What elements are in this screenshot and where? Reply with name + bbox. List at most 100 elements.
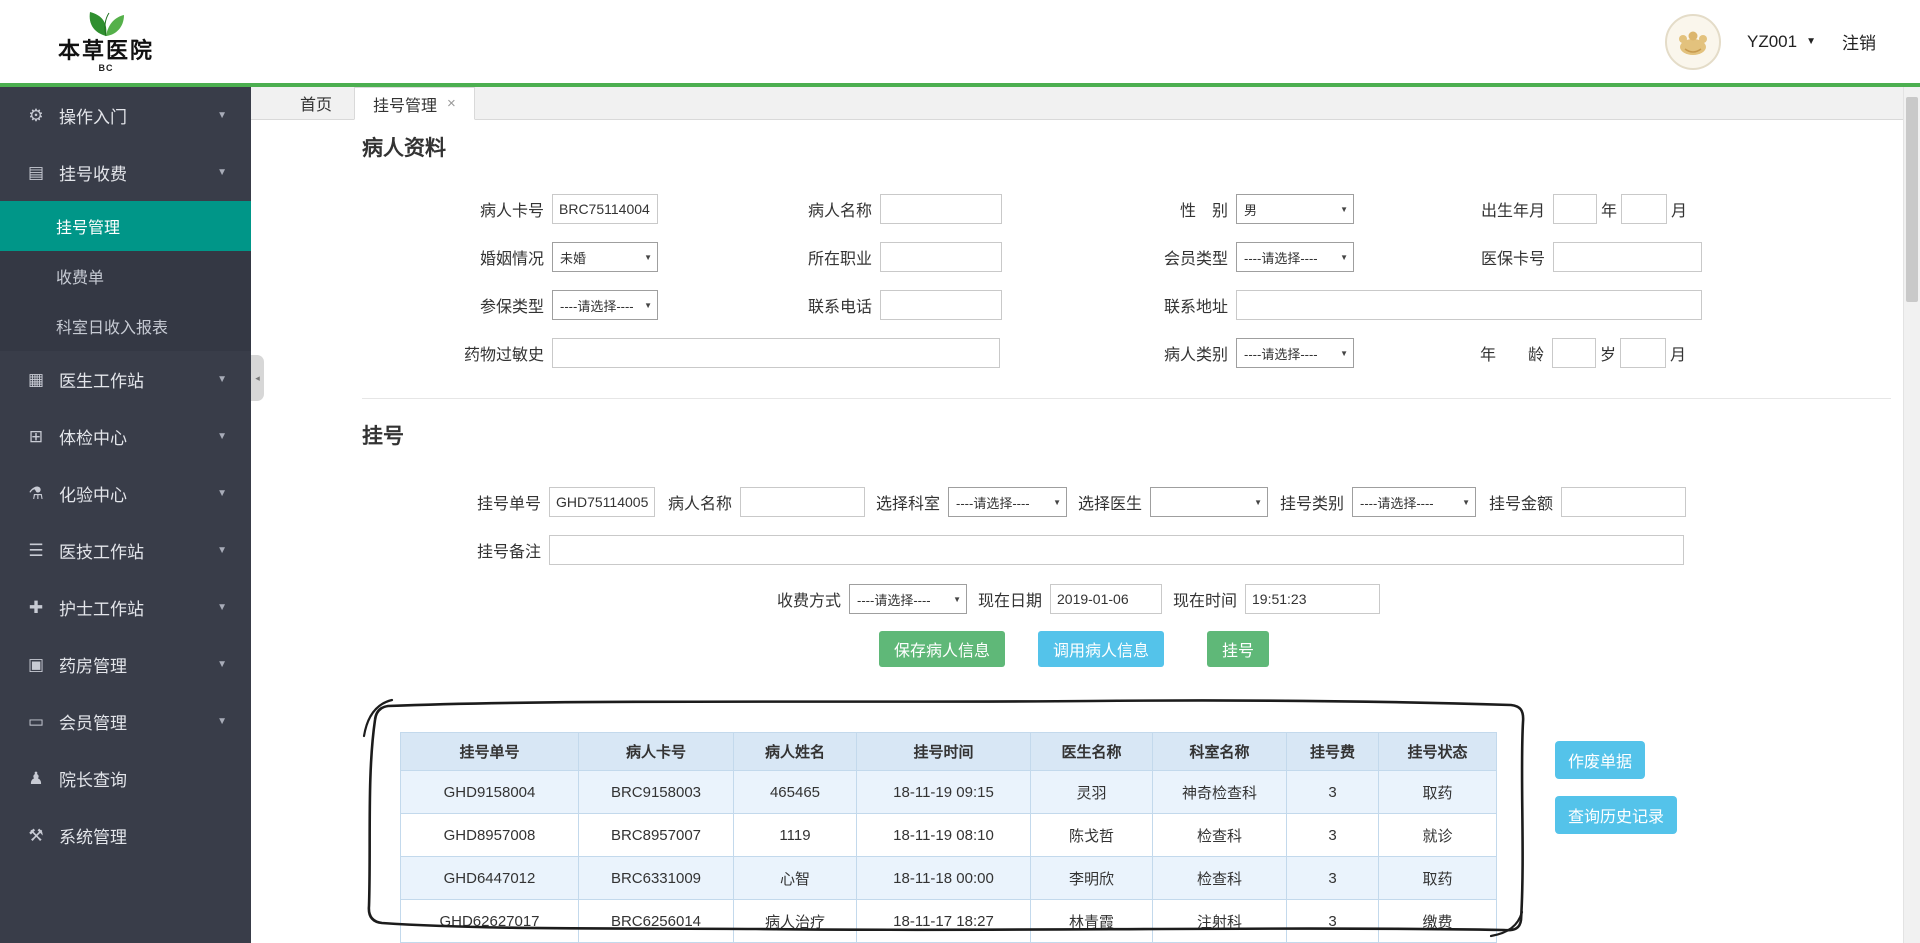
chevron-down-icon: ▼ xyxy=(217,545,227,556)
table-row[interactable]: GHD8957008 BRC8957007 1119 18-11-19 08:1… xyxy=(400,813,1497,857)
registration-form-row-2: 挂号备注 xyxy=(251,526,1903,574)
chevron-down-icon: ▼ xyxy=(217,602,227,613)
sidebar-item-registration-management[interactable]: 挂号管理 xyxy=(0,201,251,251)
doctor-label: 选择医生 xyxy=(1077,496,1142,513)
address-input[interactable] xyxy=(1236,290,1702,320)
fee-input[interactable] xyxy=(1561,487,1686,517)
sidebar-item-registration-fee[interactable]: ▤ 挂号收费 ▼ xyxy=(0,144,251,201)
tab-bar: 首页 挂号管理 × xyxy=(251,87,1903,120)
chevron-down-icon: ▼ xyxy=(644,300,652,310)
member-type-label: 会员类型 xyxy=(1163,251,1228,268)
reg-patient-name-input[interactable] xyxy=(740,487,865,517)
list-icon: ☰ xyxy=(28,540,44,560)
load-patient-button[interactable]: 调用病人信息 xyxy=(1038,631,1165,667)
patient-name-label: 病人名称 xyxy=(807,203,872,220)
chevron-down-icon: ▼ xyxy=(1340,252,1348,262)
tab-close-icon[interactable]: × xyxy=(447,95,456,112)
save-patient-button[interactable]: 保存病人信息 xyxy=(879,631,1006,667)
age-label: 年 龄 xyxy=(1479,347,1544,364)
vertical-scrollbar[interactable] xyxy=(1903,87,1920,943)
insurance-type-select[interactable]: ----请选择---- ▼ xyxy=(552,290,658,320)
avatar-image xyxy=(1679,31,1707,55)
void-receipt-button[interactable]: 作废单据 xyxy=(1555,741,1646,779)
gear-icon: ⚙ xyxy=(28,105,44,125)
reg-type-select[interactable]: ----请选择---- ▼ xyxy=(1352,487,1476,517)
sidebar-item-medtech-workstation[interactable]: ☰ 医技工作站 ▼ xyxy=(0,522,251,579)
age-month-suffix: 月 xyxy=(1670,347,1687,364)
tab-registration-management[interactable]: 挂号管理 × xyxy=(354,87,475,120)
pay-method-select[interactable]: ----请选择---- ▼ xyxy=(849,584,967,614)
sidebar-collapse-handle[interactable]: ◂ xyxy=(251,355,264,401)
current-date-input[interactable] xyxy=(1050,584,1162,614)
marital-select[interactable]: 未婚 ▼ xyxy=(552,242,658,272)
allergy-label: 药物过敏史 xyxy=(463,347,544,364)
section-divider xyxy=(362,398,1891,399)
birth-month-input[interactable] xyxy=(1621,194,1668,224)
insurance-card-label: 医保卡号 xyxy=(1480,251,1545,268)
birth-year-input[interactable] xyxy=(1553,194,1597,224)
scrollbar-thumb[interactable] xyxy=(1906,97,1918,302)
sidebar-item-nurse-workstation[interactable]: ✚ 护士工作站 ▼ xyxy=(0,579,251,636)
chevron-down-icon: ▼ xyxy=(1254,497,1262,507)
patient-category-label: 病人类别 xyxy=(1163,347,1228,364)
allergy-input[interactable] xyxy=(552,338,1000,368)
reg-type-label: 挂号类别 xyxy=(1279,496,1344,513)
insurance-card-input[interactable] xyxy=(1553,242,1702,272)
member-type-select[interactable]: ----请选择---- ▼ xyxy=(1236,242,1354,272)
age-month-input[interactable] xyxy=(1620,338,1667,368)
department-label: 选择科室 xyxy=(875,496,940,513)
chevron-down-icon: ▼ xyxy=(1340,204,1348,214)
reg-no-input[interactable] xyxy=(549,487,655,517)
phone-input[interactable] xyxy=(880,290,1002,320)
remark-input[interactable] xyxy=(549,535,1684,565)
sidebar-item-system-management[interactable]: ⚒ 系统管理 xyxy=(0,807,251,864)
table-row[interactable]: GHD9158004 BRC9158003 465465 18-11-19 09… xyxy=(400,770,1497,814)
chevron-down-icon: ▼ xyxy=(1806,36,1816,47)
register-button[interactable]: 挂号 xyxy=(1207,631,1270,667)
patient-card-input[interactable] xyxy=(552,194,658,224)
tab-home[interactable]: 首页 xyxy=(278,87,354,119)
sidebar-item-dept-daily-income-report[interactable]: 科室日收入报表 xyxy=(0,301,251,351)
table-row[interactable]: GHD6447012 BRC6331009 心智 18-11-18 00:00 … xyxy=(400,856,1497,900)
table-row[interactable]: GHD62627017 BRC6256014 病人治疗 18-11-17 18:… xyxy=(400,899,1497,943)
year-suffix: 年 xyxy=(1601,203,1618,220)
insurance-type-label: 参保类型 xyxy=(479,299,544,316)
gender-select[interactable]: 男 ▼ xyxy=(1236,194,1354,224)
patient-category-select[interactable]: ----请选择---- ▼ xyxy=(1236,338,1354,368)
page-content: 病人资料 病人卡号 病人名称 性 别 男 ▼ xyxy=(251,120,1903,943)
sidebar-item-member-management[interactable]: ▭ 会员管理 ▼ xyxy=(0,693,251,750)
sidebar-item-lab-center[interactable]: ⚗ 化验中心 ▼ xyxy=(0,465,251,522)
sidebar-item-director-query[interactable]: ♟ 院长查询 xyxy=(0,750,251,807)
patient-form-row-1: 病人卡号 病人名称 性 别 男 ▼ 出生年月 年 xyxy=(251,185,1903,233)
sidebar-item-doctor-workstation[interactable]: ▦ 医生工作站 ▼ xyxy=(0,351,251,408)
leaf-icon xyxy=(89,12,124,37)
patient-form-row-3: 参保类型 ----请选择---- ▼ 联系电话 联系地址 xyxy=(251,281,1903,329)
logout-link[interactable]: 注销 xyxy=(1842,29,1876,54)
chevron-down-icon: ▼ xyxy=(217,167,227,178)
cabinet-icon: ▣ xyxy=(27,654,45,674)
sidebar-item-pharmacy-management[interactable]: ▣ 药房管理 ▼ xyxy=(0,636,251,693)
sidebar-item-charge-list[interactable]: 收费单 xyxy=(0,251,251,301)
occupation-input[interactable] xyxy=(880,242,1002,272)
medical-cross-icon: ✚ xyxy=(28,597,44,617)
age-year-input[interactable] xyxy=(1552,338,1596,368)
patient-name-input[interactable] xyxy=(880,194,1002,224)
hospital-name: 本草医院 xyxy=(58,38,155,64)
sidebar-item-checkup-center[interactable]: ⊞ 体检中心 ▼ xyxy=(0,408,251,465)
table-header-row: 挂号单号 病人卡号 病人姓名 挂号时间 医生名称 科室名称 挂号费 挂号状态 xyxy=(400,732,1497,771)
sidebar-item-getting-started[interactable]: ⚙ 操作入门 ▼ xyxy=(0,87,251,144)
department-select[interactable]: ----请选择---- ▼ xyxy=(948,487,1067,517)
sidebar-submenu: 挂号管理 收费单 科室日收入报表 xyxy=(0,201,251,351)
current-date-label: 现在日期 xyxy=(977,593,1042,610)
main-area: 首页 挂号管理 × 病人资料 病人卡号 病人名称 性 别 xyxy=(251,87,1903,943)
month-suffix: 月 xyxy=(1671,203,1688,220)
app-header: 本草医院 BC YZ001 ▼ 注销 xyxy=(0,0,1920,83)
query-history-button[interactable]: 查询历史记录 xyxy=(1555,796,1678,834)
hospital-logo: 本草医院 BC xyxy=(58,9,154,73)
reg-patient-name-label: 病人名称 xyxy=(667,496,732,513)
doctor-select[interactable]: ▼ xyxy=(1150,487,1268,517)
avatar[interactable] xyxy=(1665,13,1721,70)
registration-records-table: 挂号单号 病人卡号 病人姓名 挂号时间 医生名称 科室名称 挂号费 挂号状态 G… xyxy=(400,732,1497,943)
current-time-input[interactable] xyxy=(1245,584,1380,614)
user-menu[interactable]: YZ001 ▼ xyxy=(1747,32,1816,52)
